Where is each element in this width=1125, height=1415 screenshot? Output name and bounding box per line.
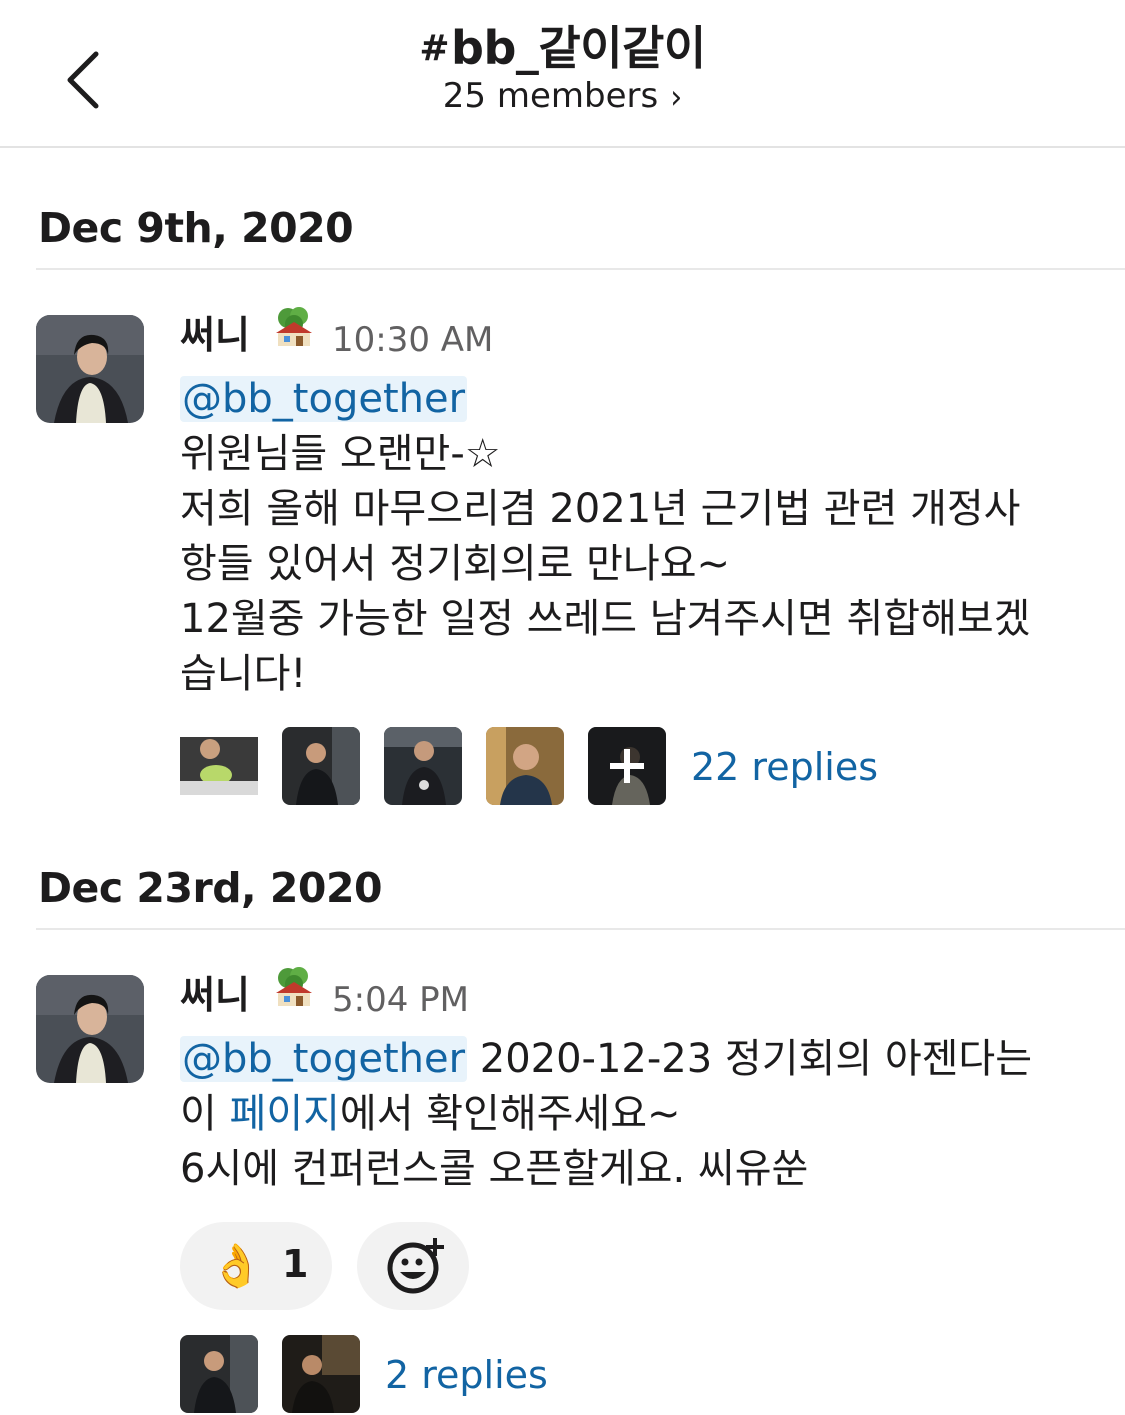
message-line: 습니다! [180, 651, 307, 697]
message-line: 항들 있어서 정기회의로 만나요~ [180, 541, 731, 587]
date-divider [36, 268, 1125, 270]
members-link[interactable]: 25 members › [0, 76, 1125, 117]
date-header: Dec 23rd, 2020 [38, 864, 383, 912]
members-count: 25 members [442, 76, 659, 116]
message-text: 2020-12-23 정기회의 아젠다는 [467, 1036, 1033, 1082]
tree-house-icon [272, 966, 316, 1010]
message-timestamp[interactable]: 10:30 AM [332, 320, 493, 360]
message-body: @bb_together 위원님들 오랜만-☆ 저희 올해 마무으리겸 2021… [180, 372, 1100, 702]
thread-participants[interactable] [180, 1335, 370, 1415]
more-participants-icon [588, 727, 666, 805]
message-body: @bb_together 2020-12-23 정기회의 아젠다는 이 페이지에… [180, 1032, 1100, 1197]
reaction-ok-hand[interactable]: 👌 1 [180, 1222, 332, 1310]
participant-avatar [486, 727, 564, 805]
message-text: 에서 확인해주세요~ [339, 1091, 681, 1137]
user-group-mention[interactable]: @bb_together [180, 1036, 468, 1082]
participant-avatar [384, 727, 462, 805]
channel-header: #bb_같이같이 25 members › [0, 0, 1125, 148]
add-reaction-icon [385, 1236, 447, 1300]
message-author[interactable]: 써니 [180, 304, 250, 359]
chevron-right-icon: › [670, 78, 683, 117]
add-reaction-button[interactable] [357, 1222, 469, 1310]
participant-avatar [180, 727, 258, 805]
avatar[interactable] [36, 315, 144, 423]
page-link[interactable]: 페이지 [230, 1091, 340, 1137]
thread-replies-link[interactable]: 2 replies [385, 1353, 548, 1397]
date-divider [36, 928, 1125, 930]
avatar[interactable] [36, 975, 144, 1083]
ok-hand-icon: 👌 [210, 1241, 263, 1290]
reaction-count: 1 [282, 1242, 309, 1286]
channel-hash: # [419, 28, 450, 69]
participant-avatar [180, 1335, 258, 1413]
participant-avatar [282, 1335, 360, 1413]
thread-participants[interactable] [180, 727, 700, 807]
thread-replies-link[interactable]: 22 replies [691, 745, 878, 789]
tree-house-icon [272, 306, 316, 350]
channel-name: bb_같이같이 [451, 21, 706, 75]
message-line: 저희 올해 마무으리겸 2021년 근기법 관련 개정사 [180, 486, 1021, 532]
channel-title[interactable]: #bb_같이같이 [0, 12, 1125, 78]
message-line: 위원님들 오랜만-☆ [180, 431, 501, 477]
message-author[interactable]: 써니 [180, 964, 250, 1019]
date-header: Dec 9th, 2020 [38, 204, 354, 252]
message-timestamp[interactable]: 5:04 PM [332, 980, 469, 1020]
message-text: 이 [180, 1091, 230, 1137]
participant-avatar [282, 727, 360, 805]
user-group-mention[interactable]: @bb_together [180, 376, 468, 422]
message-line: 6시에 컨퍼런스콜 오픈할게요. 씨유쑨 [180, 1146, 809, 1192]
message-line: 12월중 가능한 일정 쓰레드 남겨주시면 취합해보겠 [180, 596, 1031, 642]
